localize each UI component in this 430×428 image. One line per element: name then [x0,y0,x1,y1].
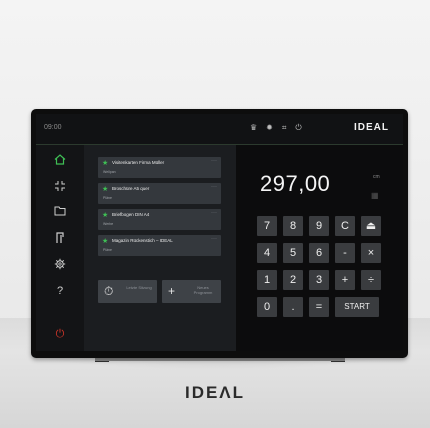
job-item-2[interactable]: ★ Broschüre A5 quer Pläne ··· [98,183,221,204]
key-multiply[interactable]: × [361,243,381,263]
fullscreen-icon[interactable] [50,179,70,195]
key-divide[interactable]: ÷ [361,270,381,290]
measurement-display: 297,00 [260,171,331,196]
more-icon[interactable]: ··· [211,184,217,190]
key-4[interactable]: 4 [257,243,277,263]
light-icon[interactable]: ✹ [266,123,273,133]
more-icon[interactable]: ··· [211,210,217,216]
star-icon: ★ [102,186,109,193]
key-2[interactable]: 2 [283,270,303,290]
more-icon[interactable]: ··· [211,158,217,164]
last-session-label: Letzte Sitzung [126,285,152,290]
key-6[interactable]: 6 [309,243,329,263]
brand-logo: IDEAL [354,122,389,133]
job-subtitle: Pläne [103,248,112,252]
key-minus[interactable]: - [335,243,355,263]
key-1[interactable]: 1 [257,270,277,290]
key-5[interactable]: 5 [283,243,303,263]
key-0[interactable]: 0 [257,297,277,317]
key-9[interactable]: 9 [309,216,329,236]
key-3[interactable]: 3 [309,270,329,290]
eject-icon[interactable]: ⏏ [361,216,381,236]
job-list-panel: ★ Visitenkarten Firma Müller Wellpan ···… [84,145,236,351]
job-title: Visitenkarten Firma Müller [112,160,165,165]
job-item-1[interactable]: ★ Visitenkarten Firma Müller Wellpan ··· [98,157,221,178]
new-program-button[interactable]: + Neues Programm [162,280,221,303]
stand-bar [95,358,345,361]
power-status-icon[interactable]: ⏻ [295,123,301,133]
job-title: Briefbogen DIN A4 [112,212,150,217]
job-title: Broschüre A5 quer [112,186,150,191]
key-7[interactable]: 7 [257,216,277,236]
star-icon: ★ [102,160,109,167]
crown-icon[interactable]: ♛ [250,123,257,133]
unit-label: cm [373,174,380,180]
job-title: Magazin Rückenstich – IDEAL [112,238,173,243]
help-icon[interactable]: ? [50,283,70,299]
screen: 09:00 ♛ ✹ ⌗ ⏻ IDEAL ? ⏻ ★ Visitenkarten … [36,114,403,351]
clock-icon: ⏱ [104,284,114,298]
device-brand: IDEΛL [184,383,246,402]
star-icon: ★ [102,212,109,219]
star-icon: ★ [102,238,109,245]
folder-icon[interactable] [50,205,70,221]
gear-icon[interactable] [50,257,70,273]
job-item-4[interactable]: ★ Magazin Rückenstich – IDEAL Pläne ··· [98,235,221,256]
key-8[interactable]: 8 [283,216,303,236]
status-icons: ♛ ✹ ⌗ ⏻ [250,123,302,133]
calculator-panel: 297,00 cm ▦ 7 8 9 C ⏏ 4 5 6 - × 1 2 3 + … [236,145,403,351]
job-subtitle: Wellpan [103,170,116,174]
cutter-icon[interactable] [50,231,70,247]
top-bar: 09:00 ♛ ✹ ⌗ ⏻ IDEAL [36,114,403,145]
home-icon[interactable] [50,153,70,169]
job-subtitle: Werbe [103,222,114,226]
key-decimal[interactable]: . [283,297,303,317]
grid-icon[interactable]: ⌗ [282,123,287,133]
key-equals[interactable]: = [309,297,329,317]
ruler-icon[interactable]: ▦ [371,191,379,200]
more-icon[interactable]: ··· [211,236,217,242]
clock: 09:00 [44,124,62,131]
new-program-label: Neues Programm [193,285,213,295]
start-button[interactable]: START [335,297,379,317]
sidebar: ? ⏻ [36,145,84,351]
touch-monitor: 09:00 ♛ ✹ ⌗ ⏻ IDEAL ? ⏻ ★ Visitenkarten … [31,109,408,358]
power-icon[interactable]: ⏻ [50,326,70,342]
key-plus[interactable]: + [335,270,355,290]
last-session-button[interactable]: ⏱ Letzte Sitzung [98,280,157,303]
plus-icon: + [168,284,176,298]
job-subtitle: Pläne [103,196,112,200]
job-item-3[interactable]: ★ Briefbogen DIN A4 Werbe ··· [98,209,221,230]
key-clear[interactable]: C [335,216,355,236]
